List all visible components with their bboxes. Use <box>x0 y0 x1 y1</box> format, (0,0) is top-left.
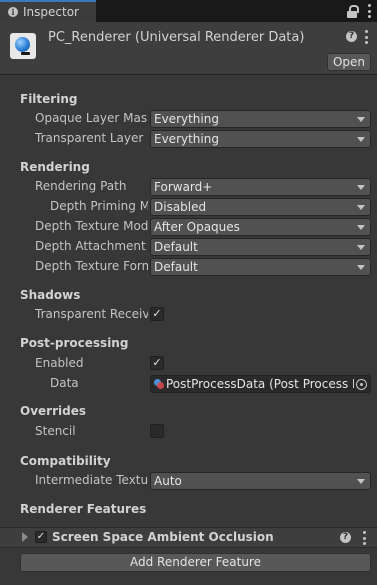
chevron-down-icon <box>357 185 365 190</box>
renderer-asset-icon <box>10 33 36 59</box>
post-process-data-value: PostProcessData (Post Process Data) <box>166 377 354 391</box>
renderer-feature-header[interactable]: ✓ Screen Space Ambient Occlusion ? <box>0 527 377 548</box>
post-processing-enabled-checkbox[interactable]: ✓ <box>150 356 164 370</box>
depth-priming-mode-label: Depth Priming Mode <box>50 199 148 213</box>
chevron-down-icon <box>357 479 365 484</box>
lock-icon[interactable] <box>347 4 359 18</box>
asset-header: PC_Renderer (Universal Renderer Data) ? … <box>0 22 377 75</box>
inspector-body: Filtering Opaque Layer Mask Everything T… <box>0 75 377 585</box>
rendering-path-label: Rendering Path <box>35 179 127 193</box>
depth-attachment-format-label: Depth Attachment Format <box>35 239 148 253</box>
help-icon[interactable]: ? <box>340 532 351 543</box>
add-renderer-feature-button[interactable]: Add Renderer Feature <box>20 553 371 572</box>
opaque-layer-mask-dropdown[interactable]: Everything <box>150 110 371 128</box>
intermediate-texture-value: Auto <box>154 474 182 488</box>
opaque-layer-mask-value: Everything <box>154 112 219 126</box>
depth-texture-mode-label: Depth Texture Mode <box>35 219 148 233</box>
section-title-compatibility: Compatibility <box>20 454 111 468</box>
chevron-down-icon <box>357 137 365 142</box>
intermediate-texture-label: Intermediate Texture <box>35 473 148 487</box>
chevron-down-icon <box>357 205 365 210</box>
transparent-layer-mask-value: Everything <box>154 132 219 146</box>
depth-texture-mode-dropdown[interactable]: After Opaques <box>150 218 371 236</box>
rendering-path-dropdown[interactable]: Forward+ <box>150 178 371 196</box>
asset-title: PC_Renderer (Universal Renderer Data) <box>48 30 305 45</box>
depth-texture-format-dropdown[interactable]: Default <box>150 258 371 276</box>
help-icon[interactable]: ? <box>346 31 357 42</box>
feature-name: Screen Space Ambient Occlusion <box>52 530 274 544</box>
intermediate-texture-dropdown[interactable]: Auto <box>150 472 371 490</box>
post-processing-data-label: Data <box>50 376 79 390</box>
tab-bar: i Inspector <box>0 0 377 22</box>
section-title-shadows: Shadows <box>20 288 81 302</box>
section-title-post-processing: Post-processing <box>20 336 129 350</box>
kebab-menu-icon[interactable] <box>362 531 366 545</box>
chevron-down-icon <box>357 225 365 230</box>
tab-inspector[interactable]: i Inspector <box>0 0 96 22</box>
rendering-path-value: Forward+ <box>154 180 213 194</box>
post-processing-enabled-label: Enabled <box>35 356 84 370</box>
transparent-receive-shadows-label: Transparent Receive Shadows <box>35 307 148 321</box>
object-picker-icon[interactable] <box>356 379 367 390</box>
depth-texture-format-label: Depth Texture Format <box>35 259 148 273</box>
section-title-overrides: Overrides <box>20 404 86 418</box>
depth-texture-format-value: Default <box>154 260 198 274</box>
depth-priming-mode-value: Disabled <box>154 200 207 214</box>
stencil-label: Stencil <box>35 424 76 438</box>
depth-attachment-format-dropdown[interactable]: Default <box>150 238 371 256</box>
open-button[interactable]: Open <box>327 53 371 71</box>
feature-enabled-checkbox[interactable]: ✓ <box>35 531 47 543</box>
chevron-down-icon <box>357 117 365 122</box>
inspector-window: i Inspector PC_Renderer (Universal Rende… <box>0 0 377 585</box>
opaque-layer-mask-label: Opaque Layer Mask <box>35 111 148 125</box>
section-title-filtering: Filtering <box>20 92 78 106</box>
post-process-data-field[interactable]: PostProcessData (Post Process Data) <box>150 375 371 393</box>
chevron-down-icon <box>357 245 365 250</box>
transparent-layer-mask-dropdown[interactable]: Everything <box>150 130 371 148</box>
section-title-rendering: Rendering <box>20 160 90 174</box>
kebab-menu-icon[interactable] <box>367 4 371 18</box>
post-process-data-icon <box>154 379 164 389</box>
depth-texture-mode-value: After Opaques <box>154 220 240 234</box>
tab-title: Inspector <box>23 5 79 19</box>
tab-controls <box>347 4 371 18</box>
info-icon: i <box>8 7 18 17</box>
depth-attachment-format-value: Default <box>154 240 198 254</box>
settings-menu-icon[interactable] <box>364 30 368 44</box>
chevron-down-icon <box>357 265 365 270</box>
transparent-receive-shadows-checkbox[interactable]: ✓ <box>150 307 164 321</box>
transparent-layer-mask-label: Transparent Layer Mask <box>35 131 148 145</box>
section-title-renderer-features: Renderer Features <box>20 502 147 516</box>
stencil-checkbox[interactable] <box>150 424 164 438</box>
depth-priming-mode-dropdown[interactable]: Disabled <box>150 198 371 216</box>
foldout-arrow-icon[interactable] <box>22 532 28 542</box>
